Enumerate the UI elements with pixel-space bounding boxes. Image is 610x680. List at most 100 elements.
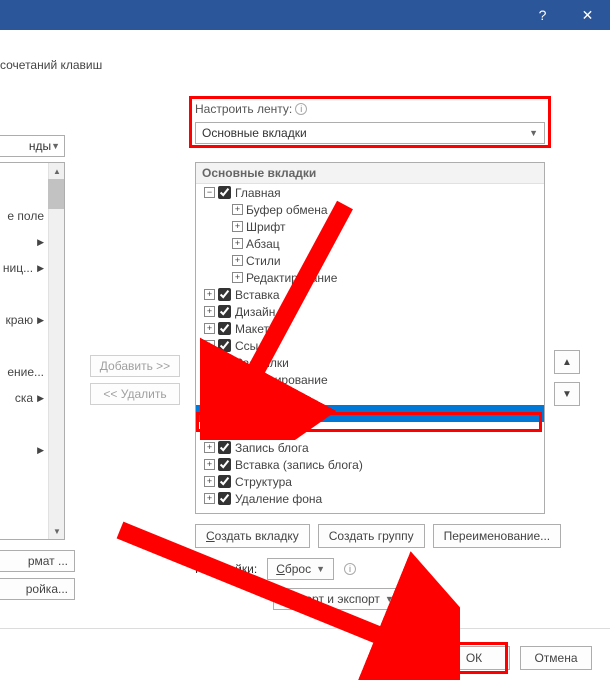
checkbox[interactable] (218, 441, 231, 454)
import-export-menu[interactable]: Импорт и экспорт ▼ (273, 588, 403, 610)
expand-icon[interactable]: + (232, 221, 243, 232)
left-commands-dropdown[interactable]: нды ▼ (0, 135, 65, 157)
checkbox[interactable] (218, 186, 231, 199)
checkbox[interactable] (218, 305, 231, 318)
remove-button[interactable]: << Удалить (90, 383, 180, 405)
reset-menu[interactable]: Сброс ▼ (267, 558, 334, 580)
info-icon[interactable]: i (295, 103, 307, 115)
tree-row[interactable]: +Вставка (запись блога) (196, 456, 544, 473)
titlebar: ? ✕ (0, 0, 610, 30)
checkbox[interactable] (218, 322, 231, 335)
tree-label: Структура (235, 475, 292, 489)
tree-row[interactable]: + Структура (196, 473, 544, 490)
checkbox[interactable] (218, 407, 231, 420)
new-tab-button[interactable]: Создать вкладку (195, 524, 310, 548)
info-icon[interactable]: i (344, 563, 356, 575)
tree-row[interactable]: +Удаление фона (196, 490, 544, 507)
separator (0, 628, 610, 629)
add-button[interactable]: Добавить >> (90, 355, 180, 377)
checkbox[interactable] (218, 339, 231, 352)
tree-label: Стили (246, 254, 281, 268)
expand-icon[interactable]: + (204, 493, 215, 504)
ribbon-dropdown-text: Основные вкладки (202, 126, 307, 140)
checkbox[interactable] (218, 475, 231, 488)
expand-icon[interactable]: + (204, 306, 215, 317)
ok-button[interactable]: ОК (438, 646, 510, 670)
tree-row[interactable]: + Вид (196, 388, 544, 405)
format-button[interactable]: рмат ... (0, 550, 75, 572)
expand-icon[interactable]: + (204, 425, 215, 436)
settings-label: Настройки: (195, 562, 257, 576)
tree-row[interactable]: +Дизайн (196, 303, 544, 320)
expand-icon[interactable]: + (204, 374, 215, 385)
scroll-up-icon[interactable]: ▲ (49, 163, 65, 179)
checkbox[interactable] (218, 288, 231, 301)
expand-icon[interactable]: + (204, 408, 215, 419)
customize-ribbon-label: Настроить ленту: i (195, 102, 307, 116)
left-commands-list[interactable]: ▲ ▼ е поле▶ниц...▶краю▶ение...ска▶▶ (0, 162, 65, 540)
tree-label: Абзац (246, 237, 280, 251)
customize-button[interactable]: ройка... (0, 578, 75, 600)
tree-label: Макет (235, 322, 269, 336)
tree-label: Рассылки (235, 356, 289, 370)
chevron-down-icon: ▼ (385, 594, 394, 604)
checkbox[interactable] (218, 424, 231, 437)
checkbox[interactable] (218, 356, 231, 369)
chevron-right-icon: ▶ (37, 445, 44, 456)
chevron-right-icon: ▶ (37, 263, 44, 274)
tree-row[interactable]: +Ссылки (196, 337, 544, 354)
expand-icon[interactable]: + (232, 204, 243, 215)
tree-row[interactable]: + Макет (196, 320, 544, 337)
expand-icon[interactable]: + (204, 442, 215, 453)
tree-label: Запись блога (235, 441, 309, 455)
new-group-button[interactable]: Создать группу (318, 524, 425, 548)
tree-label: Шрифт (246, 220, 285, 234)
tree-row[interactable]: +Разработчик (196, 405, 544, 422)
tree-row[interactable]: +Буфер обмена (196, 201, 544, 218)
checkbox[interactable] (218, 373, 231, 386)
tree-row[interactable]: −Главная (196, 184, 544, 201)
tree-label: Надстройки (235, 424, 301, 438)
ribbon-tree[interactable]: Основные вкладки −Главная+Буфер обмена+Ш… (195, 162, 545, 514)
expand-icon[interactable]: + (204, 340, 215, 351)
move-up-button[interactable]: ▲ (554, 350, 580, 374)
help-button[interactable]: ? (520, 0, 565, 30)
expand-icon[interactable]: + (232, 238, 243, 249)
tree-row[interactable]: +Шрифт (196, 218, 544, 235)
collapse-icon[interactable]: − (204, 187, 215, 198)
scroll-thumb[interactable] (48, 179, 64, 209)
tree-row[interactable]: +Рецензирование (196, 371, 544, 388)
move-down-button[interactable]: ▼ (554, 382, 580, 406)
expand-icon[interactable]: + (204, 476, 215, 487)
tree-row[interactable]: + Надстройки (196, 422, 544, 439)
left-dropdown-text: нды (29, 139, 51, 153)
tree-row[interactable]: +Абзац (196, 235, 544, 252)
tree-row[interactable]: +Стили (196, 252, 544, 269)
chevron-right-icon: ▶ (37, 393, 44, 404)
tree-row[interactable]: + Вставка (196, 286, 544, 303)
rename-button[interactable]: Переименование... (433, 524, 562, 548)
tree-row[interactable]: +Редактирование (196, 269, 544, 286)
tree-row[interactable]: + Рассылки (196, 354, 544, 371)
expand-icon[interactable]: + (204, 323, 215, 334)
info-icon[interactable]: i (409, 593, 421, 605)
close-button[interactable]: ✕ (565, 0, 610, 30)
expand-icon[interactable]: + (204, 357, 215, 368)
expand-icon[interactable]: + (204, 289, 215, 300)
ribbon-type-dropdown[interactable]: Основные вкладки ▼ (195, 122, 545, 144)
tree-label: Вставка (235, 288, 280, 302)
checkbox[interactable] (218, 458, 231, 471)
expand-icon[interactable]: + (204, 391, 215, 402)
tree-row[interactable]: + Запись блога (196, 439, 544, 456)
tree-label: Вид (235, 390, 257, 404)
expand-icon[interactable]: + (232, 272, 243, 283)
chevron-right-icon: ▶ (37, 315, 44, 326)
checkbox[interactable] (218, 390, 231, 403)
scroll-down-icon[interactable]: ▼ (49, 523, 65, 539)
cancel-button[interactable]: Отмена (520, 646, 592, 670)
scrollbar[interactable]: ▲ ▼ (48, 163, 64, 539)
expand-icon[interactable]: + (204, 459, 215, 470)
chevron-down-icon: ▼ (51, 141, 60, 151)
expand-icon[interactable]: + (232, 255, 243, 266)
checkbox[interactable] (218, 492, 231, 505)
